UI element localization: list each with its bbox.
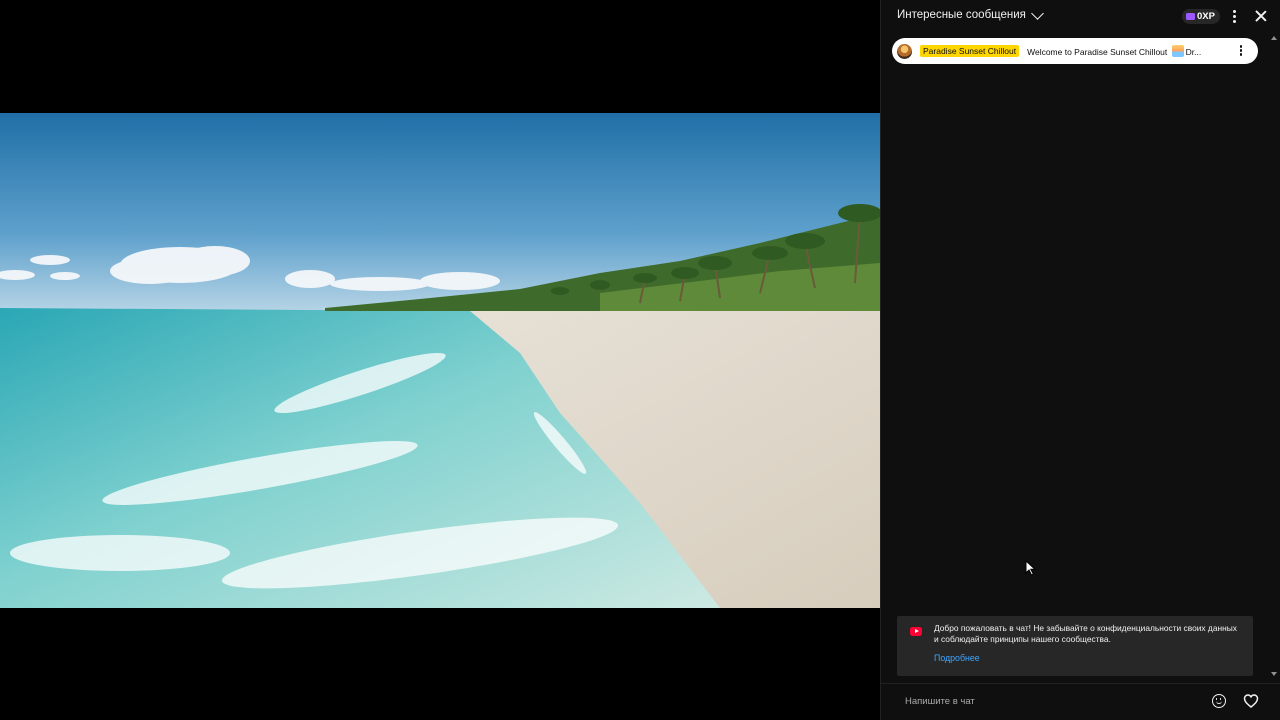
welcome-text: Добро пожаловать в чат! Не забывайте о к…	[934, 623, 1237, 644]
scroll-down-arrow-icon[interactable]	[1271, 672, 1277, 676]
chat-input-bar	[881, 683, 1280, 720]
live-chat-panel: Интересные сообщения 0XP Paradise Sunset…	[880, 0, 1280, 720]
pinned-message[interactable]: Paradise Sunset Chillout Welcome to Para…	[892, 38, 1258, 64]
heart-icon[interactable]	[1243, 693, 1259, 709]
chat-welcome-notice: Добро пожаловать в чат! Не забывайте о к…	[897, 616, 1253, 676]
xp-label: 0XP	[1197, 11, 1215, 22]
scroll-up-arrow-icon[interactable]	[1271, 36, 1277, 40]
chat-header: Интересные сообщения 0XP	[881, 0, 1280, 33]
pinned-more-icon[interactable]	[1238, 45, 1244, 57]
video-frame-beach[interactable]	[0, 113, 880, 608]
emoji-icon[interactable]	[1212, 694, 1226, 708]
video-player[interactable]	[0, 0, 880, 720]
xp-icon	[1186, 13, 1195, 20]
chat-mode-dropdown[interactable]: Интересные сообщения	[897, 6, 1044, 21]
pinned-text-main: Welcome to Paradise Sunset Chillout	[1027, 47, 1168, 57]
chevron-down-icon	[1031, 6, 1044, 20]
close-icon[interactable]	[1254, 9, 1268, 23]
chat-mode-label: Интересные сообщения	[897, 9, 1026, 21]
channel-avatar	[897, 43, 912, 59]
chat-message-input[interactable]	[897, 691, 1205, 711]
beach-scene-image	[0, 113, 880, 608]
sunrise-emoji-icon	[1171, 45, 1184, 57]
mouse-cursor-icon	[1025, 560, 1037, 576]
pinned-text: Welcome to Paradise Sunset Chillout Dr..…	[1027, 45, 1201, 57]
pinned-text-truncated: Dr...	[1185, 47, 1202, 57]
pinned-author: Paradise Sunset Chillout	[920, 45, 1020, 57]
more-options-icon[interactable]	[1230, 10, 1238, 24]
xp-badge[interactable]: 0XP	[1182, 9, 1220, 24]
learn-more-link[interactable]: Подробнее	[934, 653, 980, 663]
youtube-logo-icon	[910, 627, 922, 636]
